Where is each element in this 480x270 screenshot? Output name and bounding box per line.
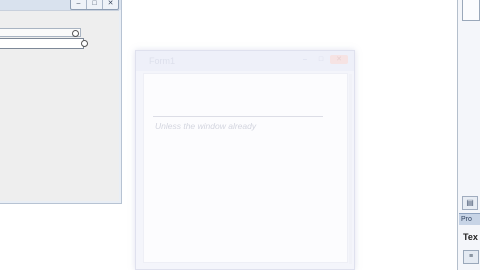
dialog-caption-buttons: – □ ✕ (298, 55, 348, 64)
watermark-text: Unless the window already (155, 121, 257, 131)
background-window-caption-buttons: – □ ✕ (70, 0, 119, 10)
designer-control-row[interactable] (0, 28, 81, 37)
maximize-button[interactable]: □ (314, 55, 328, 64)
minimize-button[interactable]: – (298, 55, 312, 64)
designer-textbox[interactable] (0, 38, 84, 49)
dialog-titlebar[interactable]: Form1 – □ ✕ (136, 51, 354, 71)
resize-handle[interactable] (72, 30, 79, 37)
properties-panel: ▤ Pro Tex ≡ (457, 0, 480, 270)
tab-properties[interactable]: Pro (459, 213, 480, 225)
resize-handle[interactable] (81, 40, 88, 47)
close-button[interactable]: ✕ (330, 55, 348, 64)
categorized-icon[interactable]: ≡ (463, 250, 479, 264)
dialog-title: Form1 (149, 56, 176, 66)
form-dialog: Form1 – □ ✕ Unless the window already (135, 50, 355, 270)
separator-line (153, 116, 323, 117)
panel-scroll-top[interactable] (462, 0, 480, 21)
property-name-label: Tex (463, 232, 478, 242)
toolbox-icon[interactable]: ▤ (462, 196, 478, 210)
maximize-button[interactable]: □ (86, 0, 102, 9)
dialog-edge (349, 74, 352, 264)
minimize-button[interactable]: – (71, 0, 86, 9)
background-window-titlebar[interactable]: – □ ✕ (0, 0, 121, 10)
close-button[interactable]: ✕ (102, 0, 118, 9)
dialog-client-area: Unless the window already (143, 73, 352, 264)
